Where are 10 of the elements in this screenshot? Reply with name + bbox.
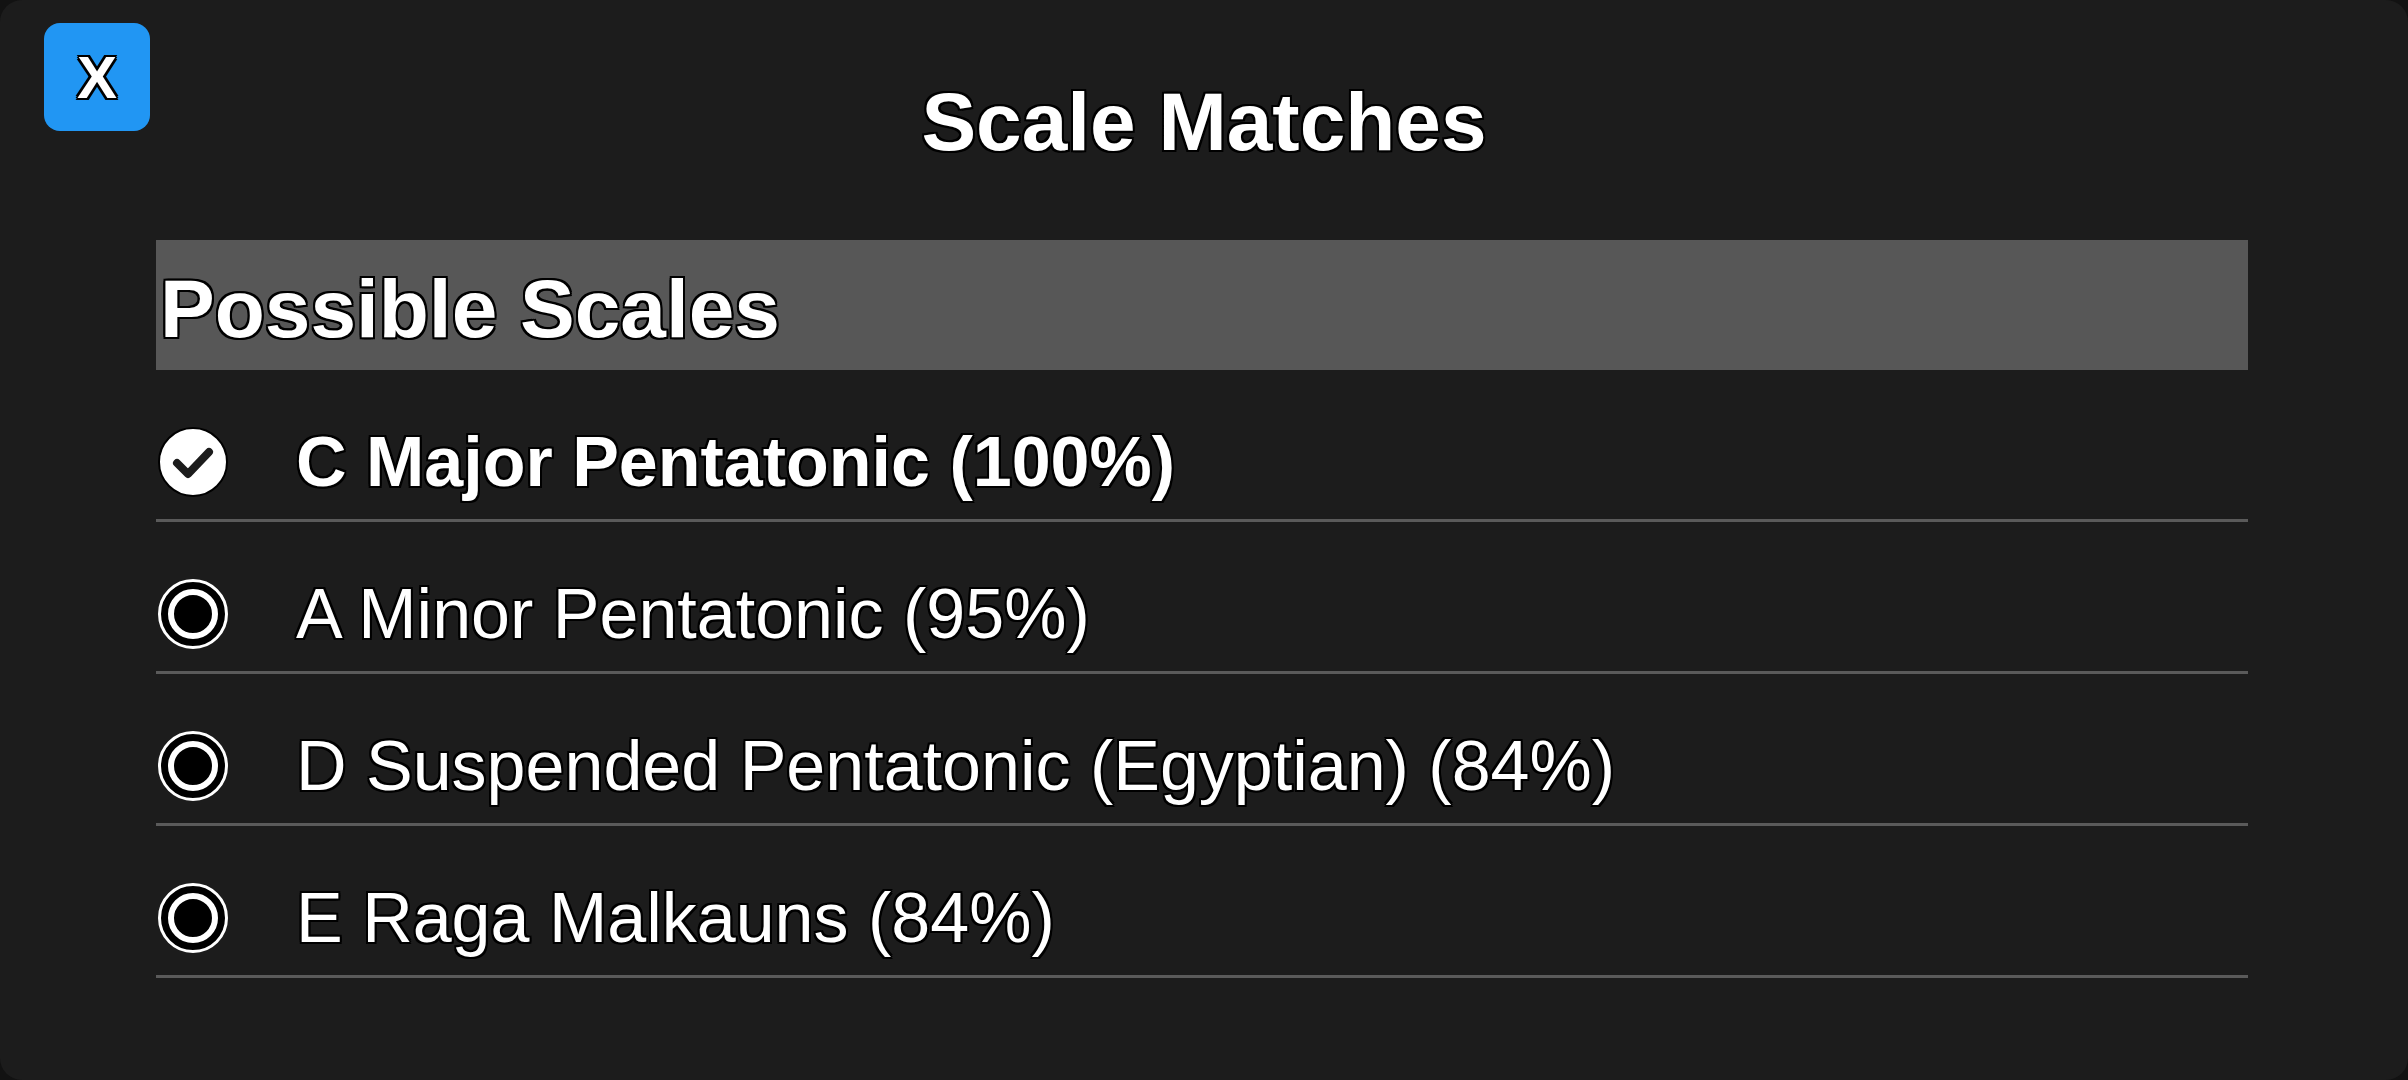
scale-option[interactable]: D Suspended Pentatonic (Egyptian) (84%) — [156, 674, 2248, 826]
scale-option[interactable]: E Raga Malkauns (84%) — [156, 826, 2248, 978]
scale-option[interactable]: A Minor Pentatonic (95%) — [156, 522, 2248, 674]
check-circle-icon — [158, 426, 228, 497]
scale-option[interactable]: C Major Pentatonic (100%) — [156, 370, 2248, 522]
radio-icon — [158, 578, 228, 649]
radio-icon — [158, 730, 228, 801]
dialog-title: Scale Matches — [921, 81, 1487, 163]
radio-icon — [158, 882, 228, 953]
list-header: Possible Scales — [156, 240, 2248, 370]
